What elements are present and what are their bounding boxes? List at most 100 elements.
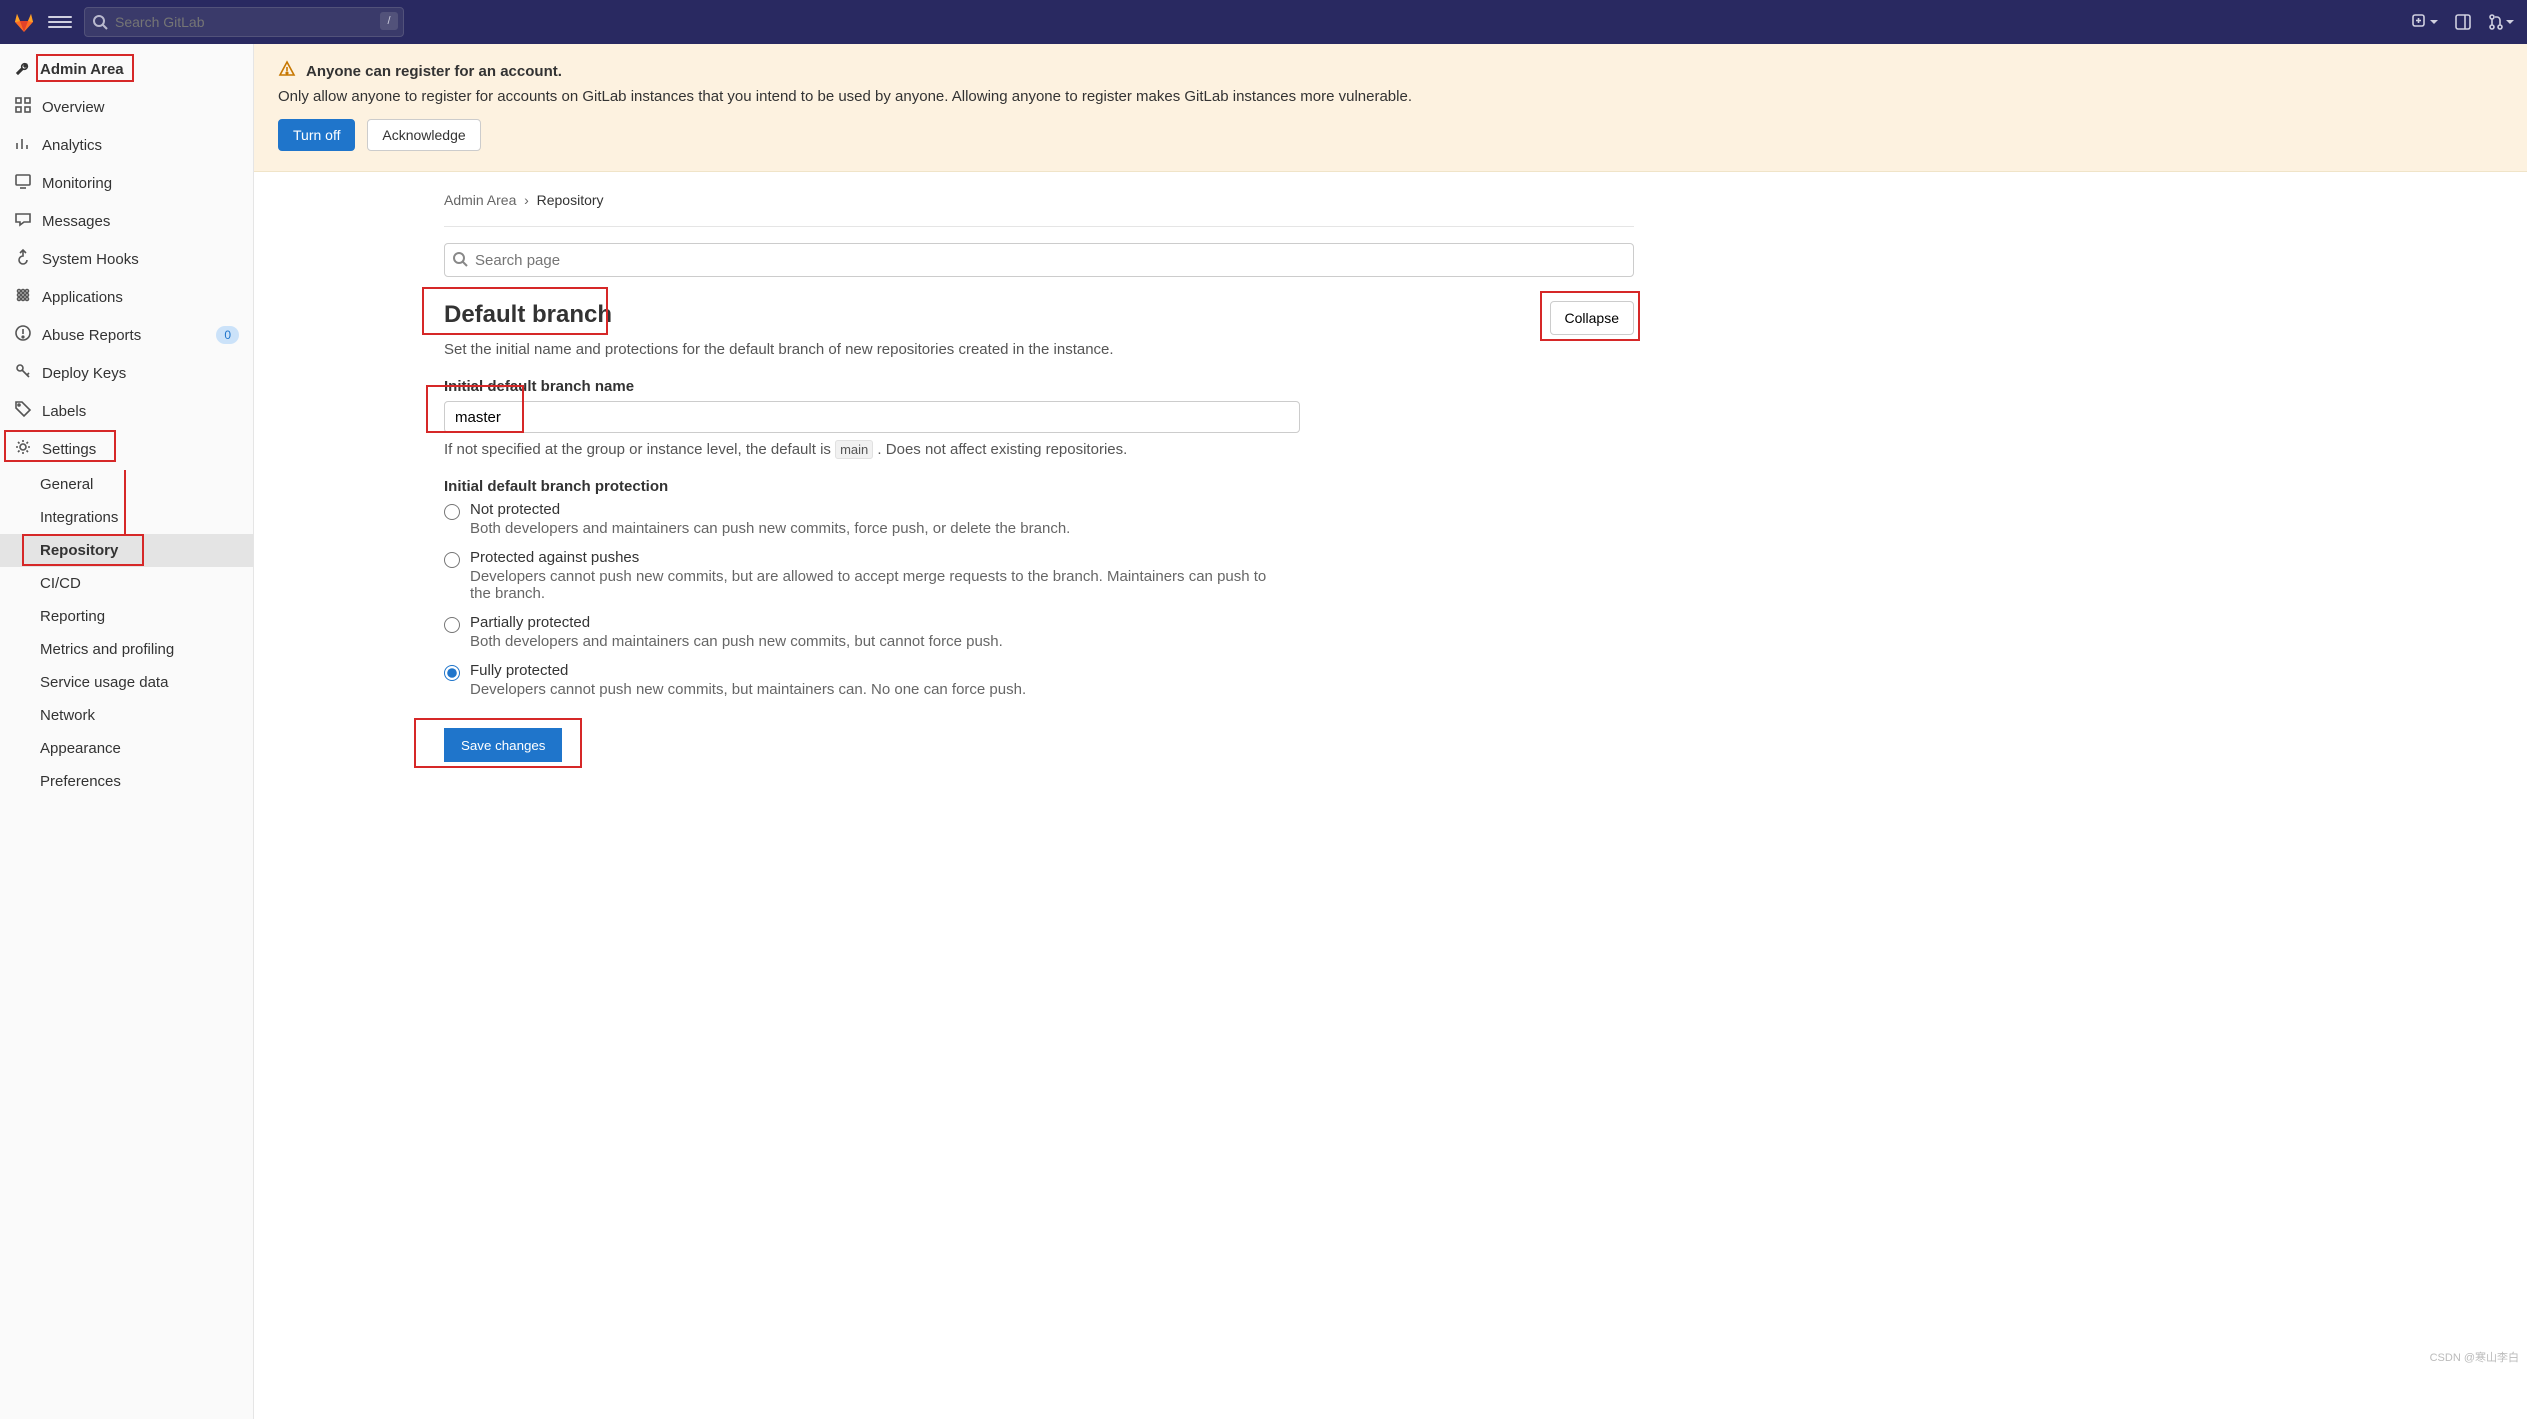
key-icon [14,362,32,384]
sidebar-item-labels[interactable]: Labels [0,392,253,430]
admin-sidebar: Admin Area Overview Analytics Monitoring Me… [0,44,254,1419]
sidebar-item-analytics[interactable]: Analytics [0,126,253,164]
registration-alert: Anyone can register for an account. Only… [254,44,2527,172]
sidebar-badge: 0 [216,326,239,344]
watermark: CSDN @寒山李白 [2430,1349,2519,1365]
sidebar-item-monitoring[interactable]: Monitoring [0,164,253,202]
protection-radio[interactable] [444,552,460,568]
labels-icon [14,400,32,422]
protection-option-0: Not protected Both developers and maintai… [444,501,1634,537]
dashboard-icon [14,96,32,118]
global-search: / [84,7,404,37]
sidebar-item-reporting[interactable]: Reporting [0,600,253,633]
sidebar-item-preferences[interactable]: Preferences [0,765,253,798]
protection-option-2: Partially protected Both developers and m… [444,614,1634,650]
section-title-default-branch: Default branch [444,301,612,329]
page-search [444,243,1634,277]
sidebar-item-label: Deploy Keys [42,365,126,382]
sidebar-item-label: Abuse Reports [42,327,141,344]
sidebar-item-repository[interactable]: Repository [0,534,253,567]
sidebar-item-messages[interactable]: Messages [0,202,253,240]
plus-dropdown-icon[interactable] [2411,8,2439,36]
abuse-icon [14,324,32,346]
protection-radio-desc: Both developers and maintainers can push… [470,633,1003,650]
collapse-button[interactable]: Collapse [1550,301,1634,335]
sidebar-item-label: Applications [42,289,123,306]
protection-radio-desc: Developers cannot push new commits, but … [470,568,1290,602]
sidebar-item-label: System Hooks [42,251,139,268]
protection-option-1: Protected against pushes Developers canno… [444,549,1634,602]
search-kbd-hint: / [380,12,398,30]
warning-icon [278,60,296,82]
protection-radio-desc: Both developers and maintainers can push… [470,520,1070,537]
merge-requests-icon[interactable] [2487,8,2515,36]
sidebar-item-overview[interactable]: Overview [0,88,253,126]
protection-option-3: Fully protectedDevelopers cannot push ne… [444,662,1634,698]
sidebar-item-label: Monitoring [42,175,112,192]
sidebar-item-network[interactable]: Network [0,699,253,732]
global-search-input[interactable] [84,7,404,37]
sidebar-item-label: Reporting [40,608,105,625]
protection-radio-label: Fully protected [470,662,1026,679]
alert-title: Anyone can register for an account. [306,63,562,80]
gitlab-logo-icon[interactable] [12,10,36,34]
breadcrumb: Admin Area › Repository [444,188,1634,227]
sidebar-item-label: General [40,476,93,493]
analytics-icon [14,134,32,156]
apps-icon [14,286,32,308]
wrench-icon [14,60,32,78]
top-nav: / [0,0,2527,44]
sidebar-item-integrations[interactable]: Integrations [0,501,253,534]
sidebar-item-abuse-reports[interactable]: Abuse Reports 0 [0,316,253,354]
sidebar-item-label: Repository [40,542,118,559]
sidebar-item-label: Service usage data [40,674,168,691]
search-icon [92,14,108,33]
sidebar-item-label: Messages [42,213,110,230]
turn-off-button[interactable]: Turn off [278,119,355,151]
alert-body: Only allow anyone to register for accoun… [278,88,2503,105]
sidebar-item-ci-cd[interactable]: CI/CD [0,567,253,600]
sidebar-item-label: Labels [42,403,86,420]
protection-radio-label: Protected against pushes [470,549,1290,566]
monitoring-icon [14,172,32,194]
protection-radio[interactable] [444,504,460,520]
sidebar-item-label: Appearance [40,740,121,757]
sidebar-item-appearance[interactable]: Appearance [0,732,253,765]
page-search-input[interactable] [444,243,1634,277]
sidebar-item-general[interactable]: General [0,468,253,501]
sidebar-title[interactable]: Admin Area [0,50,253,88]
initial-branch-name-label: Initial default branch name [444,378,1634,395]
sidebar-item-label: Analytics [42,137,102,154]
breadcrumb-admin-area[interactable]: Admin Area [444,192,516,208]
sidebar-item-deploy-keys[interactable]: Deploy Keys [0,354,253,392]
acknowledge-button[interactable]: Acknowledge [367,119,480,151]
sidebar-item-applications[interactable]: Applications [0,278,253,316]
save-changes-button[interactable]: Save changes [444,728,562,762]
messages-icon [14,210,32,232]
main-content: Anyone can register for an account. Only… [254,44,2527,1419]
protection-radio-label: Not protected [470,501,1070,518]
branch-protection-label: Initial default branch protection [444,478,1634,495]
protection-radio-label: Partially protected [470,614,1003,631]
protection-radio[interactable] [444,665,460,681]
hamburger-menu-icon[interactable] [48,10,72,34]
sidebar-item-label: Integrations [40,509,118,526]
protection-radio[interactable] [444,617,460,633]
sidebar-title-text: Admin Area [40,61,124,78]
sidebar-item-system-hooks[interactable]: System Hooks [0,240,253,278]
sidebar-item-label: Network [40,707,95,724]
section-desc: Set the initial name and protections for… [444,341,1634,358]
sidebar-item-label: Metrics and profiling [40,641,174,658]
initial-branch-name-input[interactable] [444,401,1300,433]
sidebar-item-metrics-and-profiling[interactable]: Metrics and profiling [0,633,253,666]
initial-branch-help: If not specified at the group or instanc… [444,441,1634,458]
sidebar-item-label: Settings [42,441,96,458]
sidebar-item-label: CI/CD [40,575,81,592]
hooks-icon [14,248,32,270]
sidebar-item-label: Overview [42,99,105,116]
breadcrumb-repository[interactable]: Repository [537,192,604,208]
gear-icon [14,438,32,460]
sidebar-item-service-usage-data[interactable]: Service usage data [0,666,253,699]
sidebar-item-settings[interactable]: Settings [0,430,253,468]
issues-icon[interactable] [2449,8,2477,36]
